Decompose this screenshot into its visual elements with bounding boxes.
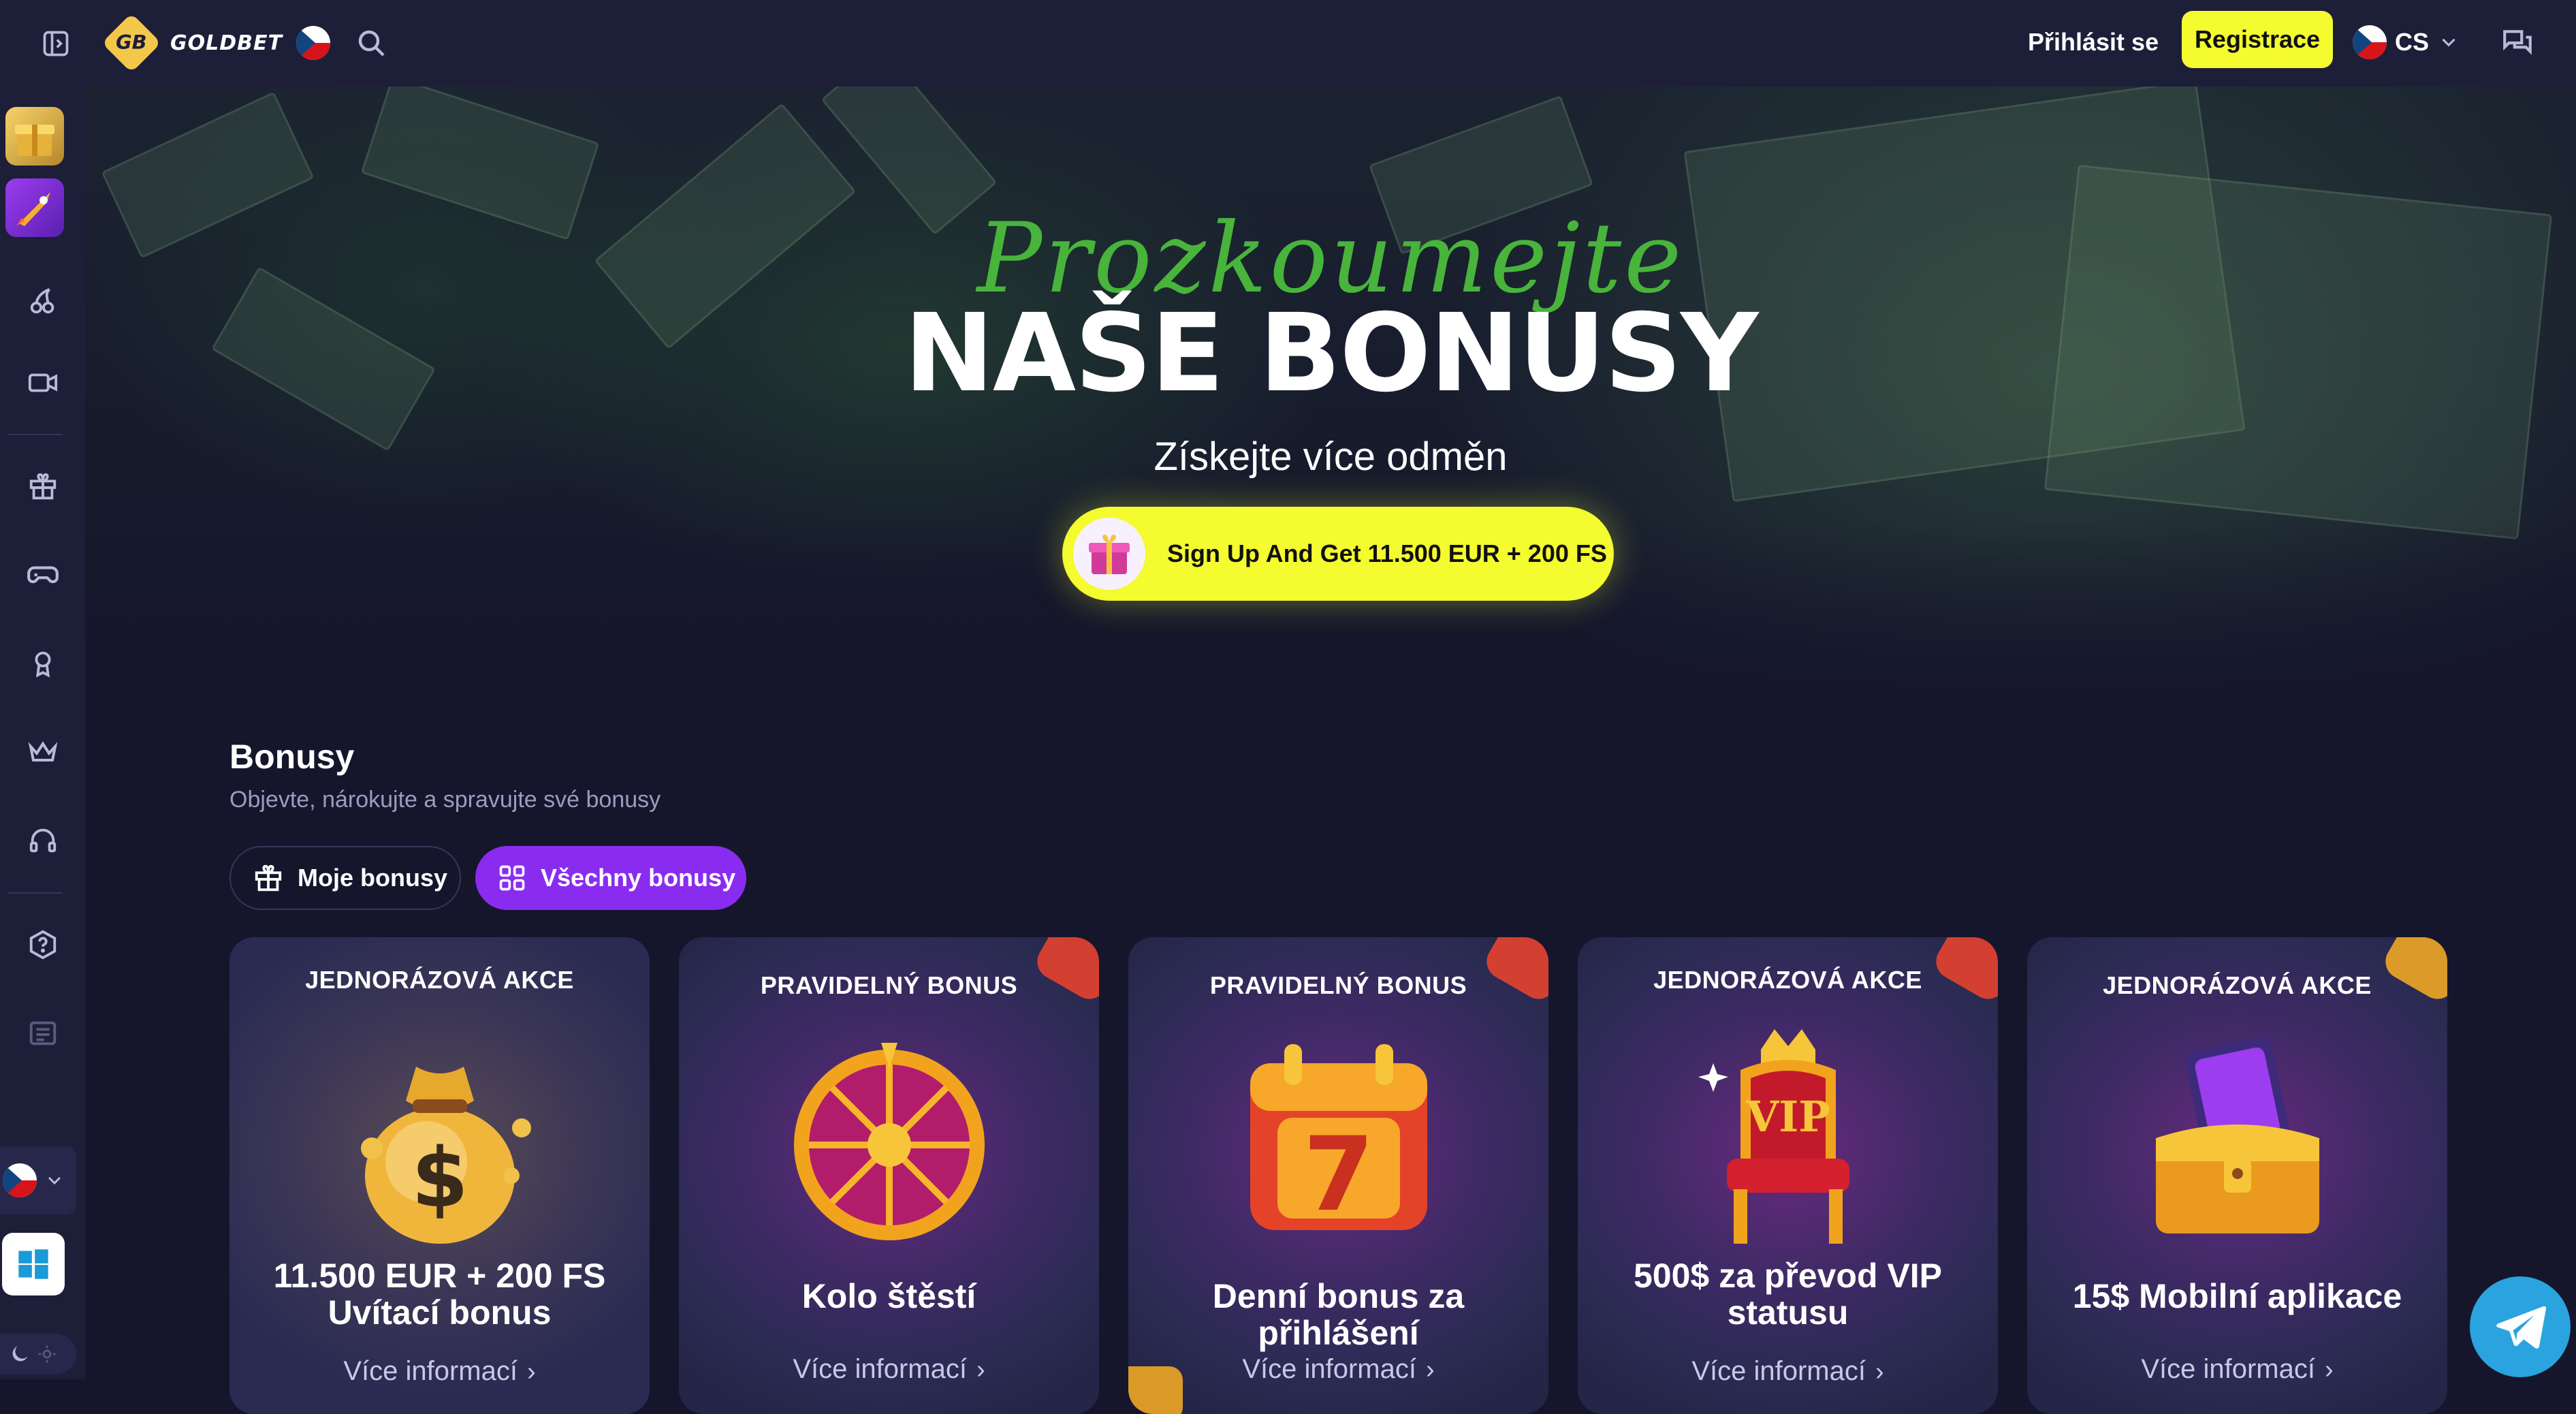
chevron-right-icon: › [527, 1357, 536, 1386]
bonus-title: Denní bonus za přihlášení [1212, 1277, 1465, 1352]
bonus-type-label: JEDNORÁZOVÁ AKCE [1653, 966, 1922, 994]
sidebar-item-faq[interactable] [0, 911, 85, 979]
sidebar-promo-purple-thumb[interactable] [5, 178, 64, 237]
tab-label: Moje bonusy [298, 864, 448, 892]
crown-icon [28, 741, 57, 761]
bonus-title: Kolo štěstí [801, 1277, 976, 1315]
support-chat-button[interactable] [2492, 19, 2543, 67]
chevron-down-icon [48, 1176, 61, 1185]
tab-all-bonuses[interactable]: Všechny bonusy [475, 846, 746, 910]
more-info-link[interactable]: Více informací › [2027, 1354, 2447, 1385]
sidebar-item-tournaments[interactable] [0, 629, 85, 697]
brand-logo[interactable]: GB GOLDBET [101, 12, 330, 74]
section-title: Bonusy [229, 738, 355, 776]
bonus-card[interactable]: JEDNORÁZOVÁ AKCE VIP 500$ za převod VIP … [1578, 937, 1998, 1414]
brand-name: GOLDBET [170, 31, 283, 55]
chat-bubbles-icon [2503, 30, 2532, 55]
sidebar [0, 87, 85, 1379]
top-bar: GB GOLDBET Přihlásit se Registrace CS [0, 0, 2576, 87]
bonus-type-label: JEDNORÁZOVÁ AKCE [305, 966, 574, 994]
bonus-type-label: JEDNORÁZOVÁ AKCE [2103, 971, 2372, 999]
chevron-right-icon: › [1426, 1355, 1435, 1384]
czech-flag-icon [2353, 25, 2387, 59]
gift-icon [29, 473, 56, 500]
rocket-icon [16, 192, 50, 226]
hero-title: NAŠE BONUSY [904, 291, 1759, 416]
telegram-icon [2496, 1306, 2547, 1349]
money-bag-icon: $ [360, 1067, 531, 1244]
gift-box-gold-icon [15, 125, 54, 156]
sun-icon [38, 1345, 56, 1363]
video-camera-icon [28, 373, 57, 392]
bonus-card[interactable]: JEDNORÁZOVÁ AKCE $ 11.500 EUR + 200 FS U… [229, 937, 650, 1414]
hero-subtitle: Získejte více odměn [1154, 435, 1508, 479]
sidebar-item-live-casino[interactable] [0, 349, 85, 417]
hero-banner: Prozkoumejte NAŠE BONUSY Získejte více o… [85, 87, 2576, 700]
bonus-card[interactable]: PRAVIDELNÝ BONUS 7 Denní bonus za přihlá… [1128, 937, 1548, 1414]
help-shield-icon [29, 930, 56, 960]
gift-icon [255, 864, 282, 892]
chevron-right-icon: › [976, 1355, 985, 1384]
headset-icon [29, 828, 56, 853]
sidebar-item-terms[interactable] [0, 999, 85, 1067]
bonus-card[interactable]: JEDNORÁZOVÁ AKCE 15$ Mobilní aplikace Ví… [2027, 937, 2447, 1414]
bonus-title: 15$ Mobilní aplikace [2072, 1277, 2402, 1315]
telegram-button[interactable] [2470, 1276, 2571, 1377]
chevron-right-icon: › [2325, 1355, 2334, 1384]
bonus-title: 11.500 EUR + 200 FS Uvítací bonus [273, 1257, 606, 1332]
sidebar-item-slots[interactable] [0, 267, 85, 335]
more-info-link[interactable]: Více informací › [1128, 1354, 1548, 1385]
tab-label: Všechny bonusy [541, 864, 736, 892]
svg-text:7: 7 [1303, 1116, 1373, 1234]
theme-toggle[interactable] [0, 1334, 76, 1374]
tab-my-bonuses[interactable]: Moje bonusy [229, 846, 461, 910]
windows-logo-icon [18, 1249, 48, 1279]
chevron-right-icon: › [1875, 1357, 1884, 1386]
document-list-icon [29, 1021, 56, 1046]
search-icon [358, 30, 385, 57]
bonus-type-label: PRAVIDELNÝ BONUS [1209, 971, 1467, 999]
bonus-title: 500$ za převod VIP statusu [1633, 1257, 1942, 1332]
sidebar-divider [8, 434, 63, 435]
login-button[interactable]: Přihlásit se [2016, 16, 2171, 68]
section-subtitle: Objevte, nárokujte a spravujte své bonus… [229, 787, 661, 813]
vip-throne-icon: VIP [1698, 1029, 1849, 1244]
gamepad-icon [27, 566, 59, 584]
signup-bonus-label: Sign Up And Get 11.500 EUR + 200 FS [1167, 539, 1607, 567]
sidebar-item-support[interactable] [0, 806, 85, 875]
bonus-type-label: PRAVIDELNÝ BONUS [760, 971, 1018, 999]
calendar-7-icon: 7 [1250, 1044, 1427, 1234]
treasure-chest-phone-icon [2155, 1037, 2319, 1234]
sidebar-divider [8, 892, 63, 894]
czech-flag-icon [296, 26, 330, 60]
sidebar-toggle-icon [43, 31, 69, 57]
svg-text:$: $ [411, 1131, 468, 1226]
award-ribbon-icon [35, 651, 50, 678]
more-info-link[interactable]: Více informací › [229, 1356, 650, 1387]
windows-app-button[interactable] [2, 1233, 65, 1295]
sidebar-item-games[interactable] [0, 541, 85, 609]
language-select[interactable]: CS [2353, 16, 2460, 68]
search-button[interactable] [347, 19, 395, 67]
signup-bonus-button[interactable]: Sign Up And Get 11.500 EUR + 200 FS [1062, 507, 1614, 601]
moon-icon [12, 1346, 28, 1362]
bonus-card[interactable]: PRAVIDELNÝ BONUS Kolo štěstí Více inform… [679, 937, 1099, 1414]
fortune-wheel-icon [793, 1043, 985, 1240]
language-code: CS [2395, 28, 2430, 56]
more-info-link[interactable]: Více informací › [1578, 1356, 1998, 1387]
gift-box-icon [1073, 518, 1145, 590]
czech-flag-icon [3, 1163, 37, 1197]
cherries-icon [30, 287, 54, 314]
register-button[interactable]: Registrace [2182, 11, 2333, 68]
sidebar-item-bonuses[interactable] [0, 452, 85, 520]
chevron-down-icon [2442, 38, 2455, 47]
logo-mark-icon: GB [101, 13, 161, 73]
more-info-link[interactable]: Více informací › [679, 1354, 1099, 1385]
sidebar-toggle-button[interactable] [35, 23, 76, 64]
sidebar-language-select[interactable] [0, 1146, 76, 1214]
sidebar-item-vip[interactable] [0, 718, 85, 786]
sidebar-promo-gold-thumb[interactable] [5, 107, 64, 166]
svg-text:VIP: VIP [1745, 1092, 1830, 1142]
grid-icon [499, 865, 525, 891]
